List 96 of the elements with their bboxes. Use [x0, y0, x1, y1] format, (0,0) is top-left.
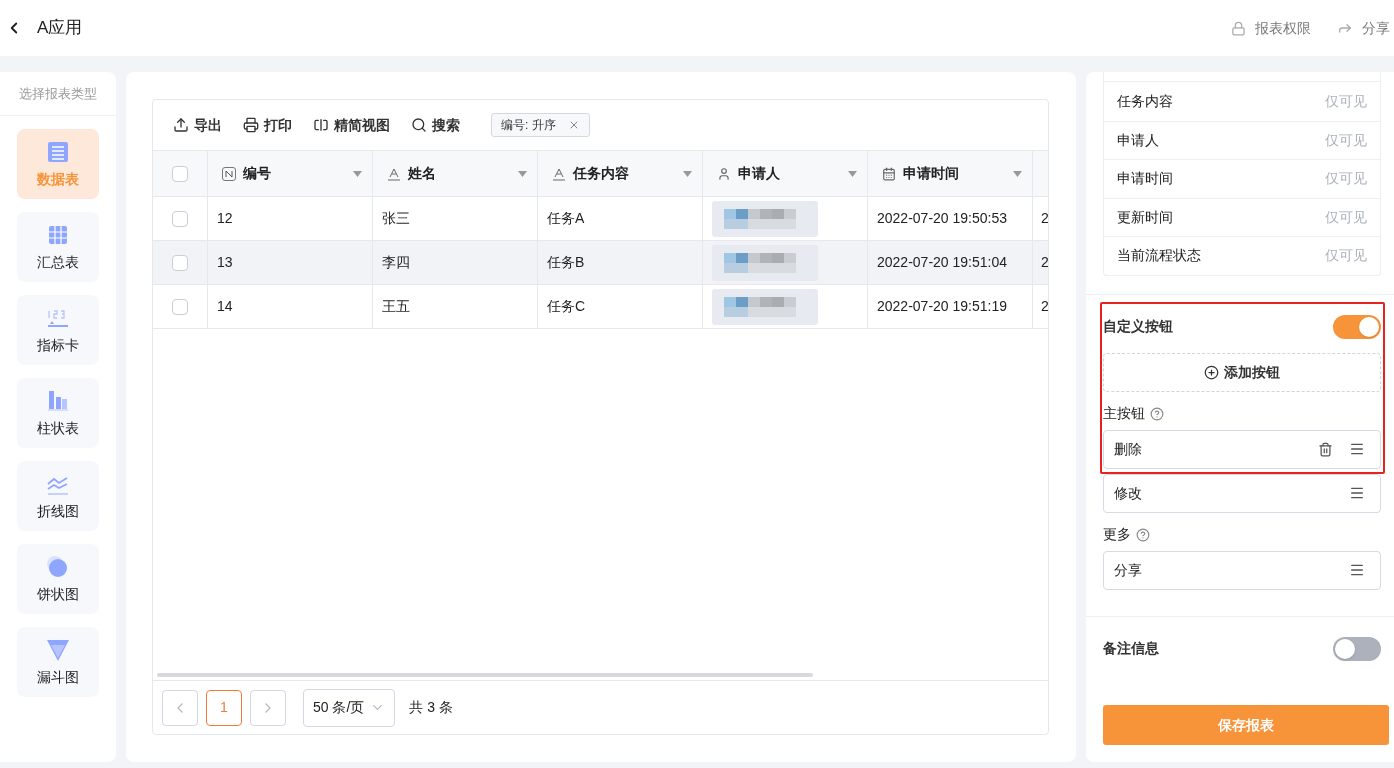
permission-label: 仅可见 — [1325, 91, 1367, 111]
field-name: 更新时间 — [1117, 207, 1173, 227]
drag-handle-icon[interactable] — [1349, 562, 1365, 578]
column-title: 申请时间 — [903, 164, 959, 183]
toolbar-button[interactable]: 导出 — [173, 114, 222, 136]
table-cell-text: 王五 — [382, 297, 410, 316]
drag-handle-icon[interactable] — [1349, 441, 1365, 457]
permission-label: 仅可见 — [1325, 169, 1367, 189]
group-label: 更多 — [1103, 525, 1131, 544]
table-cell-text: 2 — [1041, 297, 1048, 316]
dropdown-icon[interactable] — [353, 170, 362, 177]
search-icon — [411, 117, 427, 133]
toolbar-button[interactable]: 搜索 — [411, 114, 460, 136]
button-item[interactable]: 删除 — [1103, 429, 1381, 469]
field-name: 申请时间 — [1117, 169, 1173, 189]
text-field-icon — [387, 166, 401, 181]
table-row[interactable]: 14 王五 任务C 2022-07-20 19:51:19 2 — [153, 285, 1048, 329]
section-title: 自定义按钮 — [1103, 317, 1173, 336]
report-type-item[interactable]: 汇总表 — [17, 212, 99, 282]
checkbox[interactable] — [172, 210, 188, 227]
button-name: 删除 — [1114, 439, 1142, 459]
total-count: 共 3 条 — [409, 698, 453, 717]
add-button[interactable]: 添加按钮 — [1103, 352, 1381, 392]
number-field-icon — [222, 166, 236, 181]
field-name: 申请人 — [1117, 130, 1159, 150]
trash-icon[interactable] — [1318, 441, 1333, 457]
dropdown-icon[interactable] — [848, 170, 857, 177]
text-field-icon — [552, 166, 566, 181]
report-type-item[interactable]: 饼状图 — [17, 544, 99, 614]
dropdown-icon[interactable] — [518, 170, 527, 177]
column-header[interactable]: 姓名 — [373, 151, 538, 196]
calendar-icon — [882, 166, 896, 181]
report-type-item[interactable]: 指标卡 — [17, 295, 99, 365]
toolbar-button[interactable]: 精简视图 — [313, 114, 390, 136]
table-cell-text: 张三 — [382, 209, 410, 228]
table-cell-text: 任务C — [547, 297, 586, 316]
grid-icon — [313, 117, 329, 133]
table-cell-text: 2 — [1041, 253, 1048, 272]
table-cell-text: 2022-07-20 19:51:04 — [877, 253, 1007, 272]
upload-icon — [173, 117, 189, 133]
group-label: 主按钮 — [1103, 404, 1145, 423]
table-cell-text: 12 — [217, 209, 233, 228]
permission-label: 仅可见 — [1325, 207, 1367, 227]
column-header[interactable]: 申请时间 — [868, 151, 1033, 196]
sort-tag: 编号: 升序 — [491, 113, 590, 137]
checkbox[interactable] — [172, 165, 188, 182]
printer-icon — [243, 117, 259, 133]
table-row[interactable]: 12 张三 任务A 2022-07-20 19:50:53 2 — [153, 197, 1048, 241]
table-cell-text: 李四 — [382, 253, 410, 272]
button-name: 分享 — [1114, 560, 1142, 580]
drag-handle-icon[interactable] — [1349, 485, 1365, 501]
column-title: 姓名 — [408, 164, 436, 183]
lock-icon — [1231, 20, 1246, 36]
permission-label: 仅可见 — [1325, 246, 1367, 266]
checkbox[interactable] — [172, 254, 188, 271]
toolbar-button[interactable]: 打印 — [243, 114, 292, 136]
toggle-switch[interactable] — [1333, 314, 1381, 339]
button-item[interactable]: 分享 — [1103, 550, 1381, 590]
report-type-item[interactable]: 漏斗图 — [17, 627, 99, 697]
toggle-switch[interactable] — [1333, 636, 1381, 661]
column-title: 编号 — [243, 164, 271, 183]
column-title: 申请人 — [738, 164, 780, 183]
app-title: A应用 — [37, 17, 83, 40]
button-name: 修改 — [1114, 483, 1142, 503]
person-icon — [717, 166, 731, 181]
section-title: 备注信息 — [1103, 639, 1159, 658]
page-size-select[interactable]: 50 条/页 — [303, 688, 396, 727]
checkbox[interactable] — [172, 298, 188, 315]
field-name: 当前流程状态 — [1117, 246, 1201, 266]
report-permission-button[interactable]: 报表权限 — [1231, 17, 1311, 39]
plus-circle-icon — [1204, 364, 1219, 380]
dropdown-icon[interactable] — [683, 170, 692, 177]
table-cell-text: 任务B — [547, 253, 585, 272]
table-cell-text: 14 — [217, 297, 233, 316]
share-button[interactable]: 分享 — [1337, 17, 1390, 39]
table-row[interactable]: 13 李四 任务B 2022-07-20 19:51:04 2 — [153, 241, 1048, 285]
table-cell-text: 2 — [1041, 209, 1048, 228]
help-icon[interactable] — [1150, 406, 1164, 421]
table-cell-text: 任务A — [547, 209, 585, 228]
column-header[interactable]: 任务内容 — [538, 151, 703, 196]
button-item[interactable]: 修改 — [1103, 473, 1381, 513]
column-header[interactable]: 申请人 — [703, 151, 868, 196]
help-icon[interactable] — [1136, 527, 1150, 542]
report-type-item[interactable]: 折线图 — [17, 461, 99, 531]
table-cell-text: 2022-07-20 19:51:19 — [877, 297, 1007, 316]
column-title: 任务内容 — [573, 164, 629, 183]
field-name: 任务内容 — [1117, 91, 1173, 111]
table-cell-text: 13 — [217, 253, 233, 272]
previous-page-button[interactable] — [162, 689, 198, 726]
table-cell-text: 2022-07-20 19:50:53 — [877, 209, 1007, 228]
column-header[interactable]: 编号 — [208, 151, 373, 196]
report-type-item[interactable]: 柱状表 — [17, 378, 99, 448]
sidebar-title: 选择报表类型 — [0, 72, 116, 116]
dropdown-icon[interactable] — [1013, 170, 1022, 177]
next-page-button[interactable] — [250, 689, 286, 726]
permission-label: 仅可见 — [1325, 130, 1367, 150]
